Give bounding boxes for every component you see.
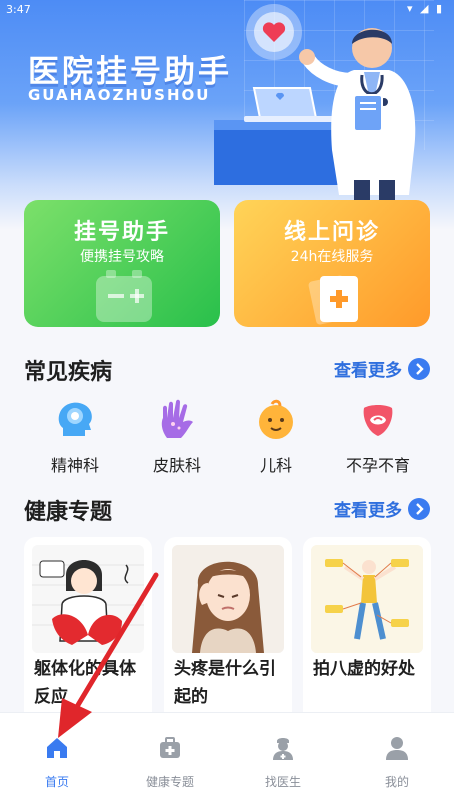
disease-label: 不孕不育 bbox=[345, 456, 410, 475]
chevron-right-icon bbox=[408, 357, 430, 380]
head-icon bbox=[58, 402, 92, 436]
hero-subtitle: GUAHAOZHUSHOU bbox=[28, 86, 211, 104]
card-subtitle: 24h在线服务 bbox=[290, 249, 374, 265]
status-time: 3:47 bbox=[6, 3, 31, 16]
hero-title: 医院挂号助手 bbox=[28, 54, 232, 90]
view-more-label: 查看更多 bbox=[334, 361, 402, 381]
disease-label: 儿科 bbox=[259, 456, 292, 475]
bottom-navigation: 首页 健康专题 找医生 我的 bbox=[0, 712, 454, 807]
disease-item-psychiatry[interactable]: 精神科 bbox=[35, 398, 115, 476]
topic-image-eight-deficiencies bbox=[311, 545, 423, 653]
disease-label: 皮肤科 bbox=[152, 456, 201, 475]
nav-label: 找医生 bbox=[264, 775, 301, 789]
baby-icon bbox=[259, 399, 293, 439]
nav-item-mine[interactable]: 我的 bbox=[342, 735, 452, 790]
topic-card[interactable]: 躯体化的具体反应 bbox=[24, 537, 152, 727]
topic-image-somatization bbox=[32, 545, 144, 653]
topic-image-headache bbox=[172, 545, 284, 653]
nav-item-health-topics[interactable]: 健康专题 bbox=[115, 735, 225, 790]
diseases-view-more[interactable]: 查看更多 bbox=[334, 356, 430, 381]
disease-item-pediatrics[interactable]: 儿科 bbox=[236, 398, 316, 476]
topic-title: 头疼是什么引起的 bbox=[174, 659, 276, 707]
book-plus-icon bbox=[308, 275, 358, 325]
topic-card[interactable]: 拍八虚的好处 bbox=[303, 537, 431, 727]
topic-title: 躯体化的具体反应 bbox=[34, 659, 136, 707]
topic-title: 拍八虚的好处 bbox=[313, 659, 415, 679]
nav-label: 首页 bbox=[44, 775, 69, 789]
topics-view-more[interactable]: 查看更多 bbox=[334, 496, 430, 521]
card-title: 线上问诊 bbox=[283, 220, 380, 245]
section-title-diseases: 常见疾病 bbox=[24, 360, 113, 385]
nav-label: 健康专题 bbox=[145, 775, 194, 789]
chevron-right-icon bbox=[408, 497, 430, 520]
hand-icon bbox=[161, 399, 193, 438]
disease-label: 精神科 bbox=[50, 456, 99, 475]
battery-card-icon bbox=[96, 270, 152, 322]
disease-item-infertility[interactable]: 不孕不育 bbox=[338, 398, 418, 476]
hero-banner: 3:47 ▾ ◢ ▮ 医院挂号助手 GUAHAOZHUSHOU bbox=[0, 0, 454, 230]
topic-card[interactable]: 头疼是什么引起的 bbox=[164, 537, 292, 727]
user-icon bbox=[386, 737, 408, 760]
view-more-label: 查看更多 bbox=[334, 501, 402, 521]
home-icon bbox=[47, 738, 67, 758]
disease-item-dermatology[interactable]: 皮肤科 bbox=[137, 398, 217, 476]
card-title: 挂号助手 bbox=[73, 220, 170, 245]
doctor-icon bbox=[273, 738, 293, 760]
nav-item-home[interactable]: 首页 bbox=[2, 735, 112, 790]
nav-item-find-doctor[interactable]: 找医生 bbox=[228, 735, 338, 790]
uterus-icon bbox=[363, 405, 393, 436]
card-online-consultation[interactable]: 线上问诊 24h在线服务 bbox=[234, 200, 430, 327]
card-subtitle: 便携挂号攻略 bbox=[80, 249, 164, 265]
section-title-topics: 健康专题 bbox=[24, 500, 113, 525]
medkit-icon bbox=[160, 737, 180, 758]
doctor-illustration bbox=[214, 4, 416, 220]
card-registration-helper[interactable]: 挂号助手 便携挂号攻略 bbox=[24, 200, 220, 327]
nav-label: 我的 bbox=[384, 775, 409, 789]
